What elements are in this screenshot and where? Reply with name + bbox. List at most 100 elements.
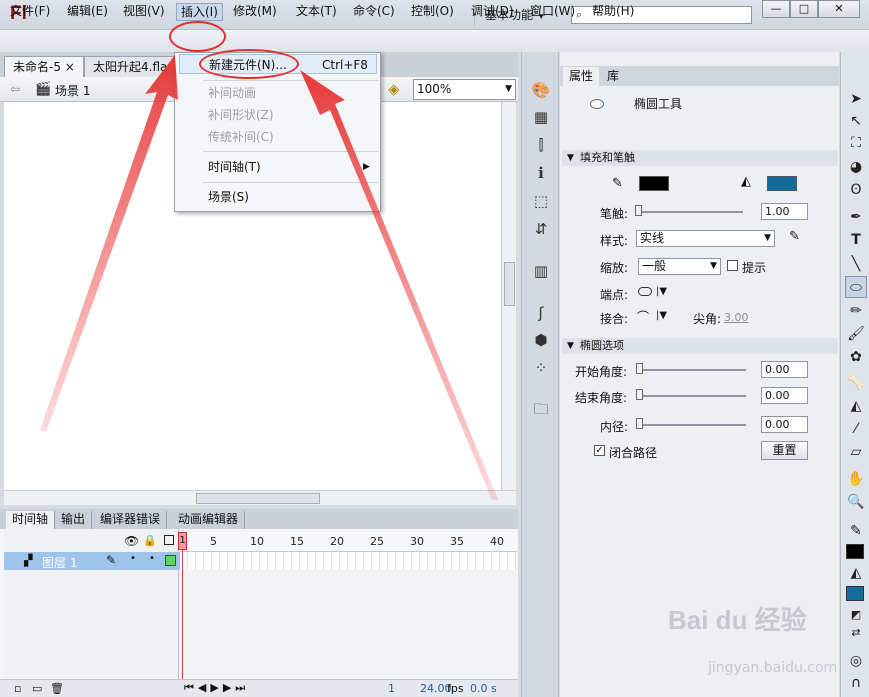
zoom-select[interactable]: 100% ▼ <box>413 79 516 100</box>
minimize-button[interactable]: — <box>762 0 790 18</box>
zoom-tool-icon[interactable]: 🔍 <box>845 491 867 513</box>
visibility-dot[interactable]: • <box>130 553 136 564</box>
end-angle-input[interactable]: 0.00 <box>761 387 808 404</box>
tab-motion-editor[interactable]: 动画编辑器 <box>172 511 246 529</box>
components-icon[interactable]: ⬢ <box>531 330 551 350</box>
align-icon[interactable]: ⫿ <box>531 135 551 155</box>
menu-classic-tween[interactable]: 传统补间(C) <box>208 127 274 147</box>
menu-timeline[interactable]: 时间轴(T) ▶ <box>208 157 373 177</box>
line-tool-icon[interactable]: ╲ <box>845 253 867 275</box>
menu-help[interactable]: 帮助(H) <box>588 3 638 21</box>
deco-tool-icon[interactable]: ✿ <box>845 346 867 368</box>
menu-debug[interactable]: 调试(D) <box>467 3 518 21</box>
menu-edit[interactable]: 编辑(E) <box>63 3 112 21</box>
actions-icon[interactable]: ʃ <box>531 303 551 323</box>
layer-color-swatch[interactable] <box>165 555 176 566</box>
fill-color-swatch[interactable] <box>846 586 864 601</box>
cap-round-icon[interactable] <box>638 287 652 296</box>
scale-select[interactable]: 一般 ▼ <box>638 258 721 275</box>
lasso-tool-icon[interactable]: ʘ <box>845 179 867 201</box>
menu-view[interactable]: 视图(V) <box>119 3 169 21</box>
edit-stroke-style-icon[interactable]: ✎ <box>789 229 800 244</box>
close-button[interactable]: ✕ <box>818 0 860 18</box>
pen-tool-icon[interactable]: ✒ <box>845 206 867 228</box>
swap-colors-icon[interactable]: ⇄ <box>845 622 867 644</box>
scroll-thumb[interactable] <box>504 262 515 306</box>
menu-insert[interactable]: 插入(I) <box>176 3 223 21</box>
chevron-down-icon[interactable]: |▼ <box>656 286 667 297</box>
paint-bucket-tool-icon[interactable]: ◭ <box>845 395 867 417</box>
back-arrow-icon[interactable]: ⇦ <box>10 82 20 96</box>
project-icon[interactable]: 🗀 <box>531 399 551 419</box>
bone-tool-icon[interactable]: 🦴 <box>845 372 867 394</box>
text-tool-icon[interactable]: T <box>845 229 867 251</box>
stage-vertical-scrollbar[interactable] <box>501 102 516 490</box>
start-angle-slider[interactable] <box>636 369 746 371</box>
doc-tab-sunrise[interactable]: 太阳升起4.fla <box>84 56 177 77</box>
stroke-color-swatch[interactable] <box>639 176 669 191</box>
maximize-button[interactable]: □ <box>790 0 818 18</box>
menu-control[interactable]: 控制(O) <box>407 3 458 21</box>
menu-modify[interactable]: 修改(M) <box>229 3 281 21</box>
menu-scene[interactable]: 场景(S) <box>208 187 249 207</box>
lock-icon[interactable]: 🔒 <box>143 534 157 547</box>
stroke-slider[interactable] <box>636 211 743 213</box>
tab-timeline[interactable]: 时间轴 <box>6 511 56 529</box>
3d-rotation-tool-icon[interactable]: ◕ <box>845 156 867 178</box>
outline-icon[interactable] <box>164 535 174 545</box>
chevron-down-icon[interactable]: |▼ <box>656 310 667 321</box>
new-folder-icon[interactable]: ▭ <box>32 682 42 695</box>
tab-output[interactable]: 输出 <box>55 511 93 529</box>
stage-horizontal-scrollbar[interactable] <box>4 490 516 505</box>
layer-row[interactable]: ▞ 图层 1 ✎ • • <box>4 552 180 570</box>
scroll-thumb[interactable] <box>196 493 320 504</box>
frame-cells[interactable] <box>180 552 517 570</box>
library-icon[interactable]: ▥ <box>531 261 551 281</box>
magnet-icon[interactable]: ∩ <box>845 672 867 694</box>
transform-icon[interactable]: ⬚ <box>531 191 551 211</box>
slider-knob[interactable] <box>636 363 643 374</box>
playhead[interactable]: 1 <box>178 532 187 550</box>
edit-symbols-icon[interactable]: ◈ <box>388 80 400 98</box>
lock-dot[interactable]: • <box>149 553 155 564</box>
start-angle-input[interactable]: 0.00 <box>761 361 808 378</box>
close-icon[interactable]: × <box>65 60 75 74</box>
section-fill-stroke[interactable]: ▼ 填充和笔触 <box>562 150 838 166</box>
frame-ruler[interactable] <box>180 532 517 552</box>
fill-color-swatch[interactable] <box>767 176 797 191</box>
history-icon[interactable]: ⇵ <box>531 219 551 239</box>
free-transform-tool-icon[interactable]: ⛶ <box>845 132 867 154</box>
motion-presets-icon[interactable]: ⁘ <box>531 358 551 378</box>
subselection-tool-icon[interactable]: ↖ <box>845 110 867 132</box>
tab-compiler-errors[interactable]: 编译器错误 <box>94 511 168 529</box>
playback-controls-icon[interactable]: ⏮◀▶▶⏭ <box>184 681 249 695</box>
hand-tool-icon[interactable]: ✋ <box>845 468 867 490</box>
stroke-color-swatch[interactable] <box>846 544 864 559</box>
reset-button[interactable]: 重置 <box>761 441 808 460</box>
tab-properties[interactable]: 属性 <box>563 67 600 86</box>
menu-file[interactable]: 文件(F) <box>6 3 54 21</box>
eraser-tool-icon[interactable]: ▱ <box>845 441 867 463</box>
menu-commands[interactable]: 命令(C) <box>349 3 399 21</box>
snap-icon[interactable]: ◎ <box>845 650 867 672</box>
new-layer-icon[interactable]: ▫ <box>14 682 21 695</box>
eye-icon[interactable]: 👁 <box>124 534 139 548</box>
brush-tool-icon[interactable]: 🖌 <box>845 323 867 345</box>
delete-layer-icon[interactable]: 🗑 <box>50 682 64 695</box>
miter-value[interactable]: 3.00 <box>724 311 749 324</box>
eyedropper-tool-icon[interactable]: ⁄ <box>845 418 867 440</box>
slider-knob[interactable] <box>636 418 643 429</box>
tab-library[interactable]: 库 <box>601 67 625 86</box>
menu-shape-tween[interactable]: 补间形状(Z) <box>208 105 274 125</box>
inner-radius-slider[interactable] <box>636 424 746 426</box>
doc-tab-untitled[interactable]: 未命名-5 × <box>4 56 84 77</box>
info-icon[interactable]: ℹ <box>531 163 551 183</box>
color-palette-icon[interactable]: 🎨 <box>531 80 551 100</box>
style-select[interactable]: 实线 ▼ <box>636 230 775 247</box>
section-oval-options[interactable]: ▼ 椭圆选项 <box>562 338 838 354</box>
selection-tool-icon[interactable]: ➤ <box>845 88 867 110</box>
menu-window[interactable]: 窗口(W) <box>526 3 579 21</box>
pencil-tool-icon[interactable]: ✏ <box>845 300 867 322</box>
inner-radius-input[interactable]: 0.00 <box>761 416 808 433</box>
slider-knob[interactable] <box>636 389 643 400</box>
